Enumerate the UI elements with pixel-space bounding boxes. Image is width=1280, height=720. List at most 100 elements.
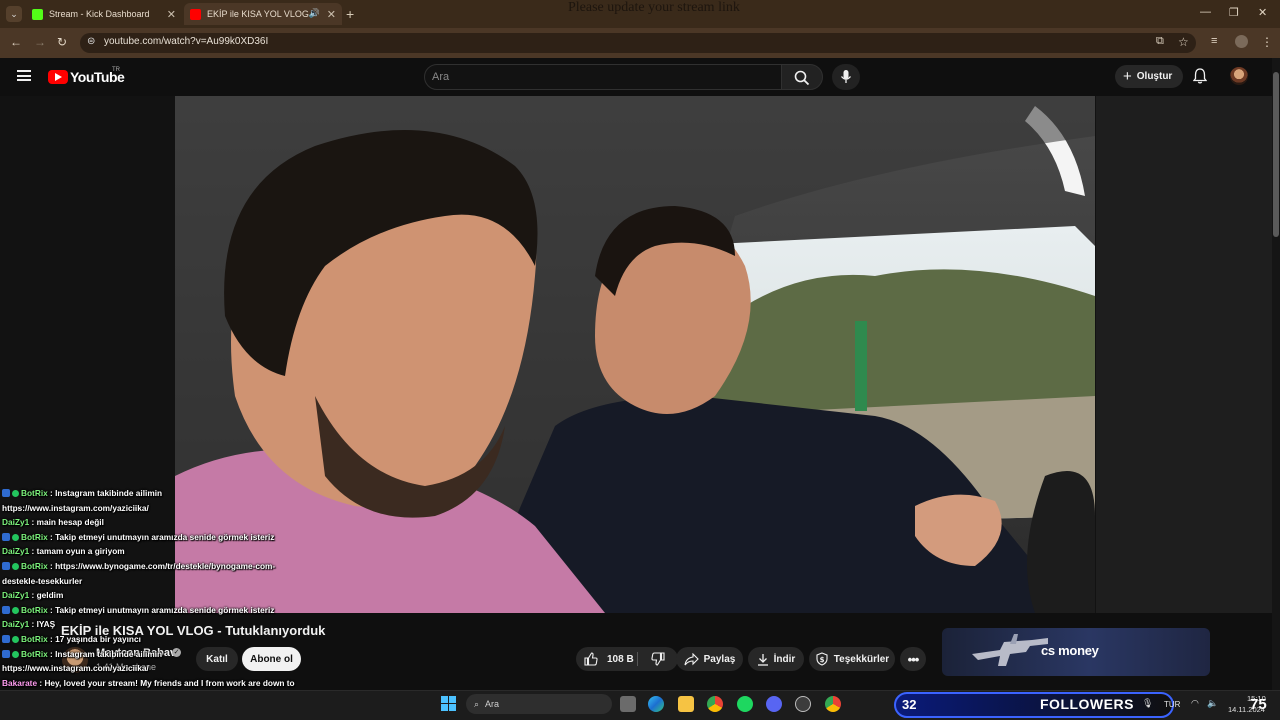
chat-separator: : xyxy=(47,648,56,659)
user-avatar[interactable] xyxy=(1230,67,1248,85)
like-divider xyxy=(637,652,638,666)
chat-message: https://www.instagram.com/yaziciika/ xyxy=(2,663,149,673)
chat-message: destekle-tesekkurler xyxy=(2,576,82,586)
chat-separator: : xyxy=(29,590,37,601)
chat-badge-icon xyxy=(2,605,10,614)
chat-username: BotRix xyxy=(21,531,48,542)
chat-username: BotRix xyxy=(21,561,48,571)
chat-separator: : xyxy=(47,531,56,542)
file-explorer-icon[interactable] xyxy=(678,696,694,712)
url-text[interactable]: youtube.com/watch?v=Au99k0XD36I xyxy=(104,36,268,47)
chat-text: geldim xyxy=(36,590,64,601)
discord-icon[interactable] xyxy=(766,696,782,712)
chat-message: BotRix : Takip etmeyi unutmayın aramızda… xyxy=(2,532,274,542)
chat-text: https://www.instagram.com/yaziciika/ xyxy=(2,502,149,513)
restore-icon[interactable]: ❐ xyxy=(1229,6,1239,19)
scrollbar-thumb[interactable] xyxy=(1273,72,1279,237)
download-button[interactable]: İndir xyxy=(748,647,804,671)
volume-icon[interactable]: 🔈 xyxy=(1207,698,1218,709)
more-dots-icon: ••• xyxy=(907,651,920,667)
thanks-button[interactable]: $ Teşekkürler xyxy=(809,647,895,671)
like-button[interactable]: 108 B xyxy=(584,652,634,666)
video-player[interactable] xyxy=(175,96,1095,613)
close-tab-icon[interactable]: ✕ xyxy=(167,8,176,21)
chat-text: https://www.instagram.com/yaziciika/ xyxy=(2,663,149,674)
chat-badge-icon xyxy=(2,635,10,643)
chat-message: DaiZy1 : main hesap değil xyxy=(2,517,104,527)
chat-text: main hesap değil xyxy=(36,517,104,528)
hamburger-menu-icon[interactable] xyxy=(17,70,31,81)
speaker-icon[interactable]: 🔊 xyxy=(309,8,320,19)
tab-youtube-video[interactable]: EKİP ile KISA YOL VLOG - Tu 🔊 ✕ xyxy=(184,3,342,25)
reload-icon[interactable]: ↻ xyxy=(57,35,67,49)
back-icon[interactable]: ← xyxy=(10,35,22,49)
notifications-bell-icon[interactable] xyxy=(1192,68,1208,89)
forward-icon[interactable]: → xyxy=(34,35,46,49)
rifle-illustration-icon xyxy=(972,634,1048,666)
new-tab-button[interactable]: + xyxy=(346,6,354,22)
share-button[interactable]: Paylaş xyxy=(676,647,743,671)
chat-separator: : xyxy=(47,604,56,615)
chat-message: DaiZy1 : IYAŞ xyxy=(2,619,55,629)
cast-icon[interactable]: ⧉ xyxy=(1156,35,1164,48)
voice-search-button[interactable] xyxy=(832,64,860,90)
chat-text: IYAŞ xyxy=(36,619,56,630)
search-input[interactable] xyxy=(432,66,772,88)
chrome-icon[interactable] xyxy=(707,696,723,712)
search-button[interactable] xyxy=(781,64,823,90)
site-info-icon[interactable]: ⊜ xyxy=(87,36,95,47)
task-view-icon[interactable] xyxy=(620,696,636,712)
thumbs-down-icon xyxy=(651,652,665,666)
windows-start-icon[interactable] xyxy=(441,696,456,711)
region-code: TR xyxy=(112,67,120,73)
chat-text: https://www.bynogame.com/tr/destekle/byn… xyxy=(55,561,276,571)
chat-text: Takip etmeyi unutmayın aramızda senide g… xyxy=(55,531,275,542)
taskbar-search-placeholder: Ara xyxy=(485,699,500,709)
thumbs-up-icon xyxy=(584,652,598,666)
tab-kick-dashboard[interactable]: Stream - Kick Dashboard ✕ xyxy=(26,3,182,25)
close-tab-icon[interactable]: ✕ xyxy=(327,8,336,21)
chat-verified-icon xyxy=(12,636,19,643)
subscribe-button[interactable]: Abone ol xyxy=(242,647,301,671)
youtube-favicon-icon xyxy=(190,8,201,20)
edge-browser-icon[interactable] xyxy=(648,696,664,712)
profile-icon[interactable] xyxy=(1235,35,1248,48)
chat-text: tamam oyun a giriyom xyxy=(36,546,125,557)
plus-icon: + xyxy=(1123,68,1132,85)
wifi-icon[interactable]: ◠ xyxy=(1191,698,1199,709)
bookmark-star-icon[interactable]: ☆ xyxy=(1178,35,1189,49)
chat-separator: : xyxy=(47,488,56,498)
taskbar-search[interactable]: ⌕ Ara xyxy=(466,694,612,714)
chat-message: BotRix : Takip etmeyi unutmayın aramızda… xyxy=(2,605,274,615)
create-label: Oluştur xyxy=(1136,71,1173,82)
tab-search-button[interactable]: ⌄ xyxy=(6,6,22,22)
media-controls-icon[interactable]: ≡ xyxy=(1211,35,1217,47)
chat-separator: : xyxy=(47,634,56,644)
keyboard-language[interactable]: TUR xyxy=(1164,700,1180,709)
more-actions-button[interactable]: ••• xyxy=(900,647,926,671)
chat-message: BotRix : https://www.bynogame.com/tr/des… xyxy=(2,561,275,571)
kick-favicon-icon xyxy=(32,8,43,20)
chat-username: DaiZy1 xyxy=(2,590,30,601)
youtube-play-glyph xyxy=(55,73,62,81)
download-icon xyxy=(757,653,768,666)
obs-icon[interactable] xyxy=(795,696,811,712)
chat-badge-icon xyxy=(2,489,10,497)
dislike-button[interactable] xyxy=(651,652,670,666)
svg-text:$: $ xyxy=(819,656,824,664)
chat-verified-icon xyxy=(12,606,19,614)
close-window-icon[interactable]: ✕ xyxy=(1258,6,1267,19)
chat-username: Bakarate xyxy=(2,677,38,688)
chat-separator: : xyxy=(29,517,37,528)
menu-dots-icon[interactable]: ⋮ xyxy=(1261,35,1273,49)
chrome-active-icon[interactable] xyxy=(825,696,841,712)
join-button[interactable]: Katıl xyxy=(196,647,238,671)
right-side-panel xyxy=(1096,96,1272,613)
followers-count: 32 xyxy=(902,697,917,712)
chat-username: BotRix xyxy=(21,634,48,644)
minimize-icon[interactable]: — xyxy=(1200,6,1211,18)
chat-username: BotRix xyxy=(21,648,48,659)
spotify-icon[interactable] xyxy=(737,696,753,712)
create-button[interactable]: + Oluştur xyxy=(1115,65,1183,88)
microphone-tray-icon[interactable]: 🎙 xyxy=(1142,698,1153,709)
